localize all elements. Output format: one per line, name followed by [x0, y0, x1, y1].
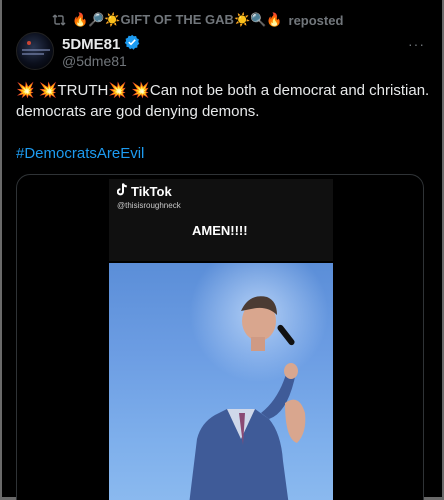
author-handle[interactable]: @5dme81 [62, 53, 127, 69]
speaker-figure [189, 296, 306, 500]
author-name-row: 5DME81 [62, 34, 140, 55]
reposter-name[interactable]: 🔥🔎☀️GIFT OF THE GAB☀️🔍🔥 [72, 12, 283, 28]
tiktok-handle: @thisisroughneck [117, 201, 181, 210]
repost-icon [52, 14, 66, 26]
more-options-icon[interactable]: ··· [408, 36, 425, 52]
video-media[interactable]: TikTok @thisisroughneck AMEN!!!! [16, 174, 424, 500]
tiktok-brand: TikTok [131, 183, 172, 199]
tiktok-logo: TikTok [116, 183, 172, 199]
avatar[interactable] [16, 32, 54, 70]
video-frame[interactable] [109, 263, 333, 500]
post-text: 💥 💥TRUTH💥 💥Can not be both a democrat an… [16, 82, 430, 120]
author-display-name[interactable]: 5DME81 [62, 36, 120, 53]
verified-badge-icon [124, 34, 140, 55]
repost-label: reposted [288, 12, 344, 28]
repost-context: 🔥🔎☀️GIFT OF THE GAB☀️🔍🔥 reposted [52, 12, 343, 28]
tiktok-logo-icon [116, 183, 128, 199]
video-caption: AMEN!!!! [192, 223, 248, 238]
hashtag-link[interactable]: #DemocratsAreEvil [16, 145, 144, 162]
